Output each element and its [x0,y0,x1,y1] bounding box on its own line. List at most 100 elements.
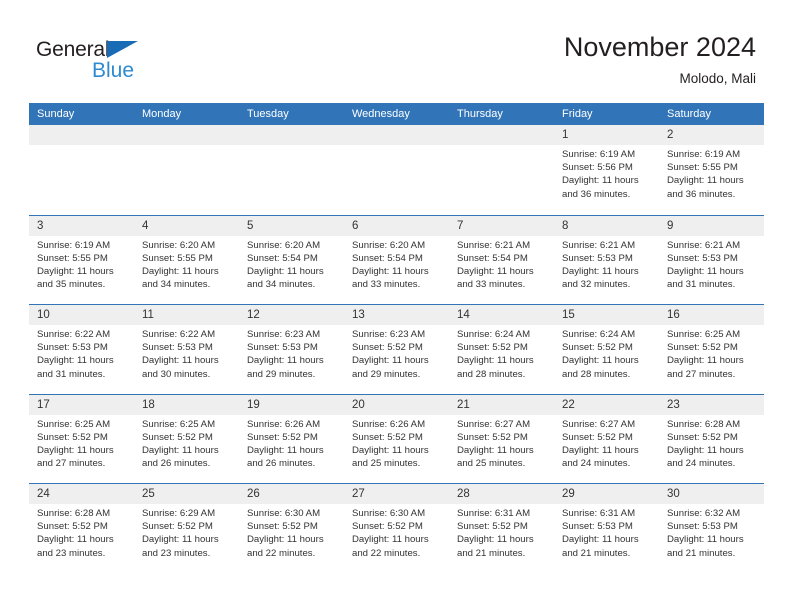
sunrise-text: Sunrise: 6:24 AM [562,329,636,340]
day-cell[interactable]: 27 Sunrise: 6:30 AM Sunset: 5:52 PM Dayligh… [344,484,449,573]
daylight-text: Daylight: 11 hours and 27 minutes. [37,444,114,470]
sunrise-text: Sunrise: 6:31 AM [562,508,636,519]
day-cell-empty [29,125,134,214]
day-number-band: 22 [554,394,659,415]
day-cell[interactable]: 28 Sunrise: 6:31 AM Sunset: 5:52 PM Dayligh… [449,484,554,573]
day-number-band: 28 [449,484,554,504]
sunset-text: Sunset: 5:53 PM [562,521,633,533]
sunrise-text: Sunrise: 6:30 AM [352,508,426,519]
day-number: 8 [562,219,569,232]
sunrise-text: Sunrise: 6:25 AM [667,329,741,340]
day-number: 28 [457,488,470,500]
day-cell[interactable]: 13 Sunrise: 6:23 AM Sunset: 5:52 PM Dayligh… [344,305,449,394]
daylight-text: Daylight: 11 hours and 25 minutes. [352,444,429,470]
day-cell[interactable]: 19 Sunrise: 6:26 AM Sunset: 5:52 PM Dayligh… [239,394,344,483]
day-cell[interactable]: 16 Sunrise: 6:25 AM Sunset: 5:52 PM Dayligh… [659,305,764,394]
sunset-text: Sunset: 5:52 PM [247,521,318,533]
day-cell[interactable]: 21 Sunrise: 6:27 AM Sunset: 5:52 PM Dayligh… [449,394,554,483]
day-number-band: 1 [554,125,659,145]
day-number: 11 [142,309,154,321]
blue-triangle-flag-icon [107,41,138,58]
day-sun-info: Sunrise: 6:21 AM Sunset: 5:54 PM Daylight:… [449,236,554,292]
location-subtitle: Molodo, Mali [679,71,756,86]
day-sun-info: Sunrise: 6:26 AM Sunset: 5:52 PM Daylight:… [239,415,344,471]
calendar-weeks: 1 Sunrise: 6:19 AM Sunset: 5:56 PM Daylight… [29,125,764,573]
calendar-week-row: 10 Sunrise: 6:22 AM Sunset: 5:53 PM Dayligh… [29,304,764,394]
day-number-band: 19 [239,394,344,415]
day-sun-info: Sunrise: 6:23 AM Sunset: 5:53 PM Daylight:… [239,325,344,381]
day-cell[interactable]: 12 Sunrise: 6:23 AM Sunset: 5:53 PM Dayligh… [239,305,344,394]
day-cell[interactable]: 29 Sunrise: 6:31 AM Sunset: 5:53 PM Dayligh… [554,484,659,573]
sunrise-text: Sunrise: 6:25 AM [37,418,111,430]
day-sun-info: Sunrise: 6:20 AM Sunset: 5:54 PM Daylight:… [239,236,344,292]
day-sun-info: Sunrise: 6:20 AM Sunset: 5:54 PM Daylight:… [344,236,449,292]
sunrise-text: Sunrise: 6:19 AM [562,149,636,160]
day-number: 21 [457,398,470,411]
day-number-band: 24 [29,484,134,504]
day-cell[interactable]: 30 Sunrise: 6:32 AM Sunset: 5:53 PM Dayligh… [659,484,764,573]
daylight-text: Daylight: 11 hours and 29 minutes. [247,355,324,380]
day-cell[interactable]: 15 Sunrise: 6:24 AM Sunset: 5:52 PM Dayligh… [554,305,659,394]
daylight-text: Daylight: 11 hours and 28 minutes. [457,355,534,380]
day-cell[interactable]: 25 Sunrise: 6:29 AM Sunset: 5:52 PM Dayligh… [134,484,239,573]
day-number: 20 [352,398,365,411]
day-cell[interactable]: 3 Sunrise: 6:19 AM Sunset: 5:55 PM Daylight… [29,215,134,304]
day-cell[interactable]: 22 Sunrise: 6:27 AM Sunset: 5:52 PM Dayligh… [554,394,659,483]
day-number: 5 [247,219,254,232]
day-cell[interactable]: 26 Sunrise: 6:30 AM Sunset: 5:52 PM Dayligh… [239,484,344,573]
daylight-text: Daylight: 11 hours and 23 minutes. [37,534,114,559]
title-block: November 2024 Molodo, Mali [564,30,756,89]
sunrise-text: Sunrise: 6:28 AM [37,508,111,519]
day-cell[interactable]: 8 Sunrise: 6:21 AM Sunset: 5:53 PM Daylight… [554,215,659,304]
day-number: 3 [37,219,44,232]
day-cell[interactable]: 24 Sunrise: 6:28 AM Sunset: 5:52 PM Dayligh… [29,484,134,573]
day-number: 30 [667,488,680,500]
day-sun-info: Sunrise: 6:31 AM Sunset: 5:53 PM Daylight:… [554,504,659,560]
day-number-band: 27 [344,484,449,504]
daylight-text: Daylight: 11 hours and 35 minutes. [37,265,114,291]
sunrise-text: Sunrise: 6:27 AM [457,418,531,430]
weekday-header-saturday: Saturday [667,108,712,120]
day-sun-info: Sunrise: 6:32 AM Sunset: 5:53 PM Daylight:… [659,504,764,560]
day-number-band: 21 [449,394,554,415]
day-cell[interactable]: 6 Sunrise: 6:20 AM Sunset: 5:54 PM Daylight… [344,215,449,304]
day-cell[interactable]: 10 Sunrise: 6:22 AM Sunset: 5:53 PM Dayligh… [29,305,134,394]
sunset-text: Sunset: 5:54 PM [247,252,318,264]
daylight-text: Daylight: 11 hours and 22 minutes. [247,534,324,559]
day-cell[interactable]: 11 Sunrise: 6:22 AM Sunset: 5:53 PM Dayligh… [134,305,239,394]
day-sun-info: Sunrise: 6:19 AM Sunset: 5:55 PM Daylight:… [29,236,134,292]
day-sun-info: Sunrise: 6:23 AM Sunset: 5:52 PM Daylight:… [344,325,449,381]
day-cell[interactable]: 5 Sunrise: 6:20 AM Sunset: 5:54 PM Daylight… [239,215,344,304]
day-number: 14 [457,309,470,321]
weekday-header-sunday: Sunday [37,108,75,120]
day-cell[interactable]: 20 Sunrise: 6:26 AM Sunset: 5:52 PM Dayligh… [344,394,449,483]
sunset-text: Sunset: 5:53 PM [667,521,738,533]
day-sun-info: Sunrise: 6:25 AM Sunset: 5:52 PM Daylight:… [134,415,239,471]
day-number-band: 12 [239,305,344,325]
day-cell[interactable]: 7 Sunrise: 6:21 AM Sunset: 5:54 PM Daylight… [449,215,554,304]
general-blue-logo[interactable]: General Blue [36,38,166,84]
day-number-band: 6 [344,215,449,236]
day-cell[interactable]: 17 Sunrise: 6:25 AM Sunset: 5:52 PM Dayligh… [29,394,134,483]
day-number-band [134,125,239,145]
sunrise-text: Sunrise: 6:19 AM [37,239,111,251]
day-cell[interactable]: 9 Sunrise: 6:21 AM Sunset: 5:53 PM Daylight… [659,215,764,304]
day-cell[interactable]: 2 Sunrise: 6:19 AM Sunset: 5:55 PM Daylight… [659,125,764,214]
day-cell[interactable]: 4 Sunrise: 6:20 AM Sunset: 5:55 PM Daylight… [134,215,239,304]
day-number-band: 5 [239,215,344,236]
day-cell[interactable]: 14 Sunrise: 6:24 AM Sunset: 5:52 PM Dayligh… [449,305,554,394]
day-cell[interactable]: 1 Sunrise: 6:19 AM Sunset: 5:56 PM Daylight… [554,125,659,214]
day-sun-info: Sunrise: 6:30 AM Sunset: 5:52 PM Daylight:… [344,504,449,560]
day-number: 19 [247,398,260,411]
day-number-band: 17 [29,394,134,415]
sunrise-text: Sunrise: 6:32 AM [667,508,741,519]
day-sun-info: Sunrise: 6:22 AM Sunset: 5:53 PM Daylight:… [29,325,134,381]
daylight-text: Daylight: 11 hours and 24 minutes. [562,444,639,470]
day-cell[interactable]: 18 Sunrise: 6:25 AM Sunset: 5:52 PM Dayligh… [134,394,239,483]
day-number-band: 9 [659,215,764,236]
day-number-band: 3 [29,215,134,236]
logo-text-blue: Blue [92,59,135,82]
day-sun-info: Sunrise: 6:25 AM Sunset: 5:52 PM Daylight:… [659,325,764,381]
day-number: 9 [667,219,674,232]
day-cell[interactable]: 23 Sunrise: 6:28 AM Sunset: 5:52 PM Dayligh… [659,394,764,483]
